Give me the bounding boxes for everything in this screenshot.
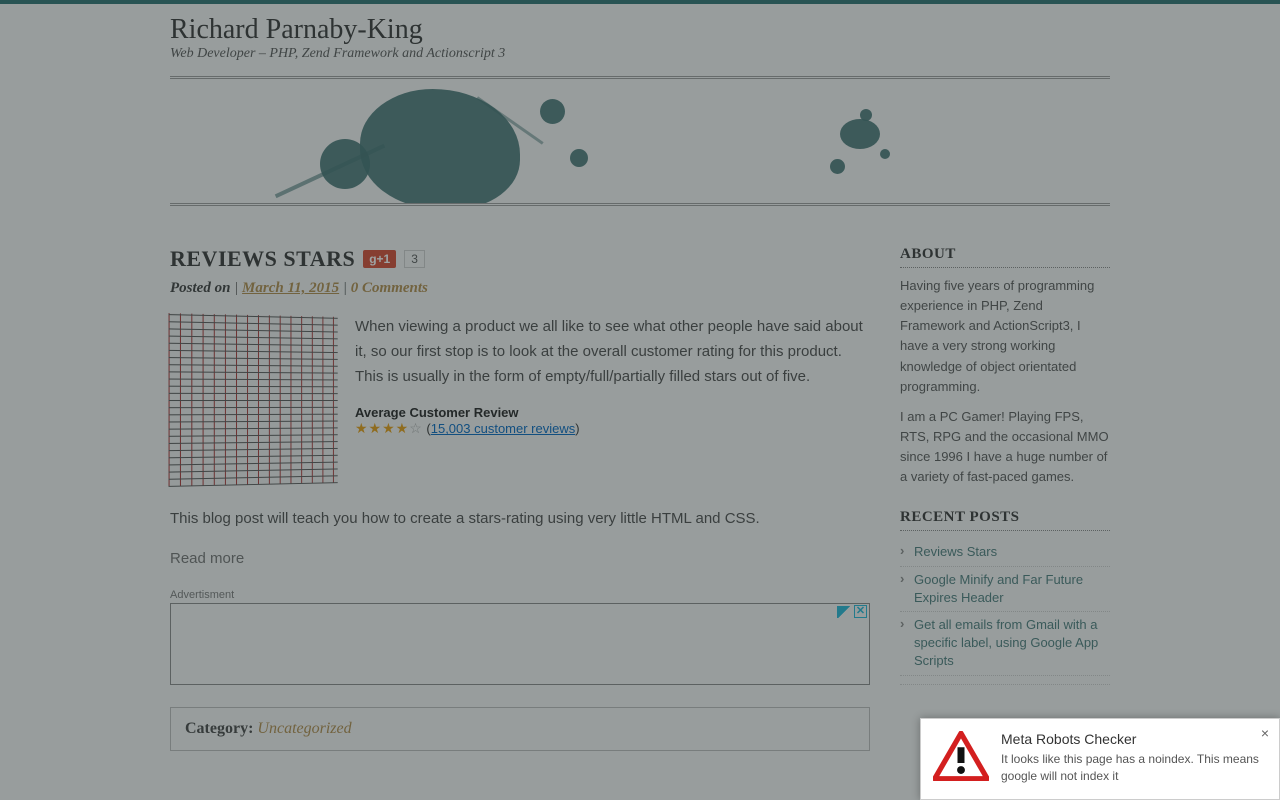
post-paragraph-2: This blog post will teach you how to cre…: [170, 507, 870, 532]
ad-slot[interactable]: ✕: [170, 603, 870, 685]
star-rating-icon: ★★★★☆: [355, 420, 423, 436]
list-item: Reviews Stars: [900, 539, 1110, 566]
customer-reviews-link[interactable]: 15,003 customer reviews: [431, 421, 576, 436]
about-widget: ABOUT Having five years of programming e…: [900, 246, 1110, 487]
about-heading: ABOUT: [900, 246, 1110, 268]
site-title[interactable]: Richard Parnaby-King: [170, 14, 1110, 46]
post-paragraph-1: When viewing a product we all like to se…: [355, 315, 870, 389]
list-item: Google Minify and Far Future Expires Hea…: [900, 567, 1110, 612]
category-label: Category:: [185, 720, 253, 737]
read-more-link[interactable]: Read more: [170, 550, 244, 567]
site-subtitle: Web Developer – PHP, Zend Framework and …: [170, 46, 1110, 62]
ad-close-icon[interactable]: ✕: [854, 605, 867, 618]
comments-link[interactable]: 0 Comments: [351, 280, 428, 296]
category-link[interactable]: Uncategorized: [257, 720, 351, 737]
post-title[interactable]: REVIEWS STARS: [170, 246, 355, 272]
average-review-block: Average Customer Review ★★★★☆ (15,003 cu…: [355, 405, 870, 437]
banner-image: [170, 76, 1110, 206]
about-text-2: I am a PC Gamer! Playing FPS, RTS, RPG a…: [900, 407, 1110, 488]
ad-label: Advertisment: [170, 589, 870, 601]
notification-toast: × Meta Robots Checker It looks like this…: [920, 718, 1280, 800]
meta-prefix: Posted on: [170, 280, 230, 296]
recent-post-link[interactable]: Get all emails from Gmail with a specifi…: [914, 617, 1098, 668]
close-icon[interactable]: ×: [1261, 725, 1269, 741]
recent-posts-widget: RECENT POSTS Reviews Stars Google Minify…: [900, 509, 1110, 684]
recent-post-link[interactable]: Reviews Stars: [914, 544, 997, 559]
sidebar: ABOUT Having five years of programming e…: [900, 246, 1110, 751]
toast-body: It looks like this page has a noindex. T…: [1001, 751, 1265, 785]
post-meta: Posted on | March 11, 2015 | 0 Comments: [170, 280, 870, 297]
post-thumbnail[interactable]: [169, 313, 338, 487]
category-box: Category: Uncategorized: [170, 707, 870, 751]
recent-post-link[interactable]: Google Minify and Far Future Expires Hea…: [914, 572, 1083, 605]
adchoices-icon[interactable]: [837, 606, 851, 618]
post-date-link[interactable]: March 11, 2015: [242, 280, 339, 296]
google-plus-button[interactable]: g+1: [363, 250, 396, 268]
warning-icon: [933, 731, 989, 781]
list-item: [900, 676, 1110, 685]
recent-posts-heading: RECENT POSTS: [900, 509, 1110, 531]
main-content: REVIEWS STARS g+1 3 Posted on | March 11…: [170, 246, 870, 751]
site-header: Richard Parnaby-King Web Developer – PHP…: [170, 4, 1110, 68]
toast-title: Meta Robots Checker: [1001, 731, 1265, 747]
google-plus-count: 3: [404, 250, 425, 268]
acr-title: Average Customer Review: [355, 405, 870, 420]
list-item: Get all emails from Gmail with a specifi…: [900, 612, 1110, 676]
about-text-1: Having five years of programming experie…: [900, 276, 1110, 397]
